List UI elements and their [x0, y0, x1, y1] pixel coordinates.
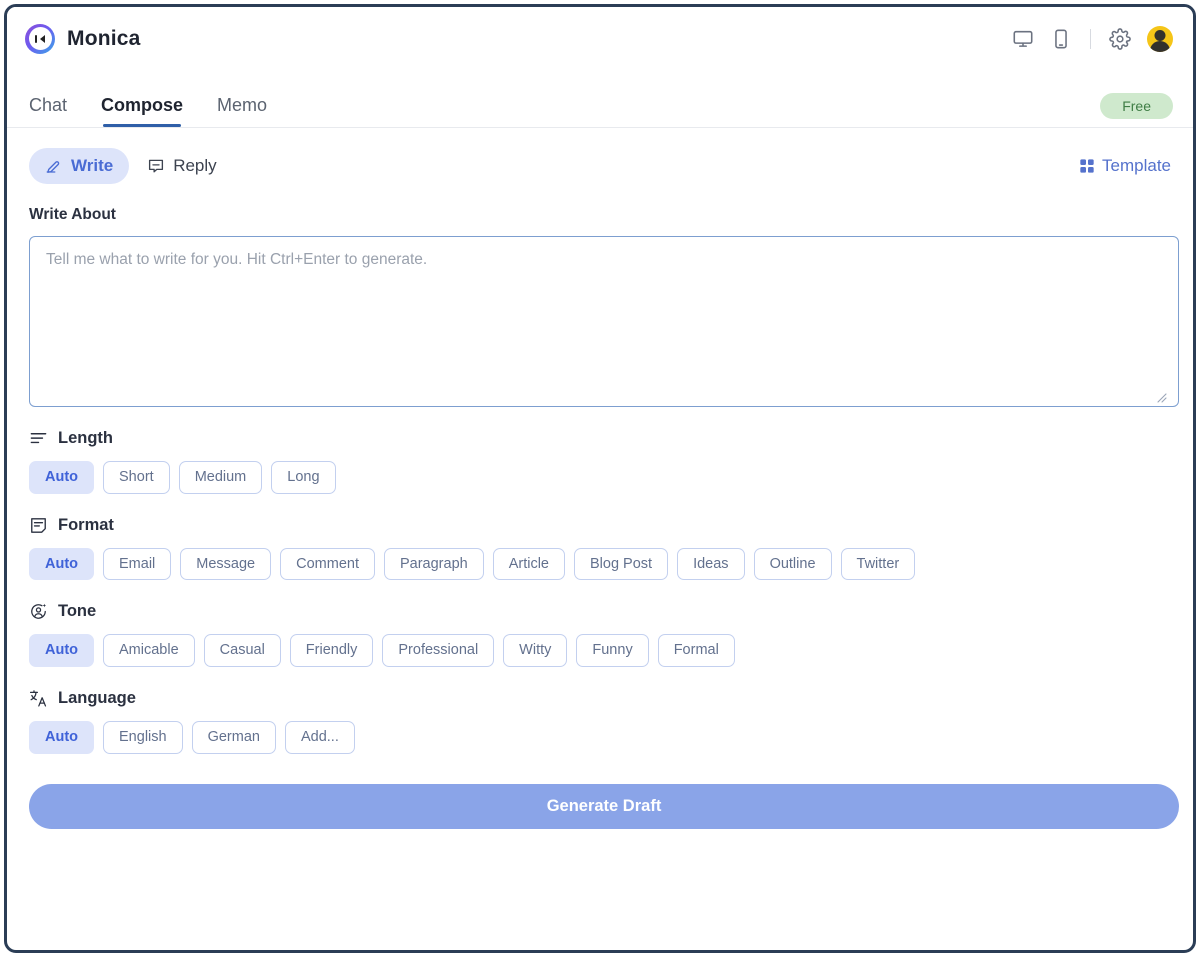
language-chips: Auto English German Add... [29, 721, 1171, 754]
tab-compose[interactable]: Compose [101, 95, 183, 127]
app-header: Monica [7, 7, 1193, 70]
plan-badge[interactable]: Free [1100, 93, 1173, 119]
generate-draft-button[interactable]: Generate Draft [29, 783, 1179, 829]
grid-squares-icon [1079, 158, 1095, 174]
format-chip-comment[interactable]: Comment [280, 547, 375, 581]
speech-bubble-reply-icon [147, 157, 165, 175]
monica-logo-icon [25, 23, 55, 54]
tone-chip-formal[interactable]: Formal [657, 634, 735, 668]
mobile-phone-icon[interactable] [1050, 28, 1072, 50]
mode-write-button[interactable]: Write [29, 148, 130, 184]
format-chip-email[interactable]: Email [103, 547, 172, 581]
format-chips: Auto Email Message Comment Paragraph Art… [29, 547, 1171, 581]
gear-icon[interactable] [1109, 27, 1131, 50]
language-chip-english[interactable]: English [103, 721, 183, 754]
translate-icon [29, 689, 48, 708]
person-sparkle-icon [29, 602, 48, 621]
option-title-length: Length [58, 429, 113, 447]
mode-row: Write Reply Template [29, 146, 1171, 186]
tone-chip-professional[interactable]: Professional [382, 634, 495, 668]
brand: Monica [25, 23, 141, 54]
monica-app-window: Monica Chat Compose Memo Free Write Repl… [4, 4, 1196, 953]
avatar[interactable] [1147, 25, 1173, 52]
tone-chip-amicable[interactable]: Amicable [103, 634, 195, 668]
length-chip-short[interactable]: Short [103, 461, 170, 494]
text-lines-icon [29, 429, 48, 448]
option-header-length: Length [29, 429, 1171, 448]
option-group-language: Language Auto English German Add... [29, 689, 1171, 754]
format-chip-paragraph[interactable]: Paragraph [383, 547, 484, 581]
compose-panel: Write Reply Template Write About Tell me… [7, 128, 1193, 950]
length-chip-medium[interactable]: Medium [178, 461, 263, 494]
language-chip-add[interactable]: Add... [284, 721, 355, 754]
format-chip-article[interactable]: Article [492, 547, 565, 581]
tone-chip-friendly[interactable]: Friendly [289, 634, 374, 668]
format-chip-twitter[interactable]: Twitter [840, 547, 916, 581]
header-divider [1090, 28, 1091, 49]
write-about-label: Write About [29, 206, 116, 223]
tone-chip-funny[interactable]: Funny [576, 634, 649, 668]
language-chip-auto[interactable]: Auto [29, 721, 95, 754]
option-title-format: Format [58, 515, 114, 534]
tone-chip-auto[interactable]: Auto [29, 634, 95, 668]
length-chip-long[interactable]: Long [271, 461, 336, 494]
write-about-input[interactable] [29, 236, 1179, 407]
language-chip-german[interactable]: German [191, 721, 276, 754]
format-chip-blog-post[interactable]: Blog Post [574, 547, 669, 581]
format-chip-ideas[interactable]: Ideas [677, 547, 745, 581]
format-chip-auto[interactable]: Auto [29, 547, 95, 581]
desktop-monitor-icon[interactable] [1012, 28, 1034, 50]
tab-bar: Chat Compose Memo Free [7, 70, 1193, 128]
mode-reply-label: Reply [173, 156, 217, 175]
option-header-tone: Tone [29, 602, 1171, 621]
header-actions [1012, 25, 1173, 52]
prompt-wrap [29, 236, 1179, 407]
option-title-language: Language [58, 689, 136, 708]
format-chip-message[interactable]: Message [180, 547, 272, 581]
tabs: Chat Compose Memo [29, 95, 267, 127]
tab-chat[interactable]: Chat [29, 95, 67, 127]
mode-reply-button[interactable]: Reply [131, 148, 232, 184]
mode-toggle: Write Reply [29, 148, 233, 184]
tone-chip-casual[interactable]: Casual [203, 634, 281, 668]
format-chip-outline[interactable]: Outline [753, 547, 832, 581]
option-header-format: Format [29, 516, 1171, 535]
length-chip-auto[interactable]: Auto [29, 461, 95, 494]
pen-write-icon [45, 157, 63, 175]
template-button[interactable]: Template [1079, 156, 1171, 176]
mode-write-label: Write [71, 156, 114, 175]
option-header-language: Language [29, 689, 1171, 708]
option-group-tone: Tone Auto Amicable Casual Friendly Profe… [29, 602, 1171, 668]
tone-chips: Auto Amicable Casual Friendly Profession… [29, 634, 1171, 668]
option-title-tone: Tone [58, 602, 97, 621]
tone-chip-witty[interactable]: Witty [503, 634, 568, 668]
length-chips: Auto Short Medium Long [29, 461, 1171, 494]
template-label: Template [1102, 156, 1171, 175]
app-title: Monica [67, 26, 141, 50]
option-group-format: Format Auto Email Message Comment Paragr… [29, 516, 1171, 581]
option-group-length: Length Auto Short Medium Long [29, 429, 1171, 494]
tab-memo[interactable]: Memo [217, 95, 267, 127]
document-format-icon [29, 516, 48, 535]
